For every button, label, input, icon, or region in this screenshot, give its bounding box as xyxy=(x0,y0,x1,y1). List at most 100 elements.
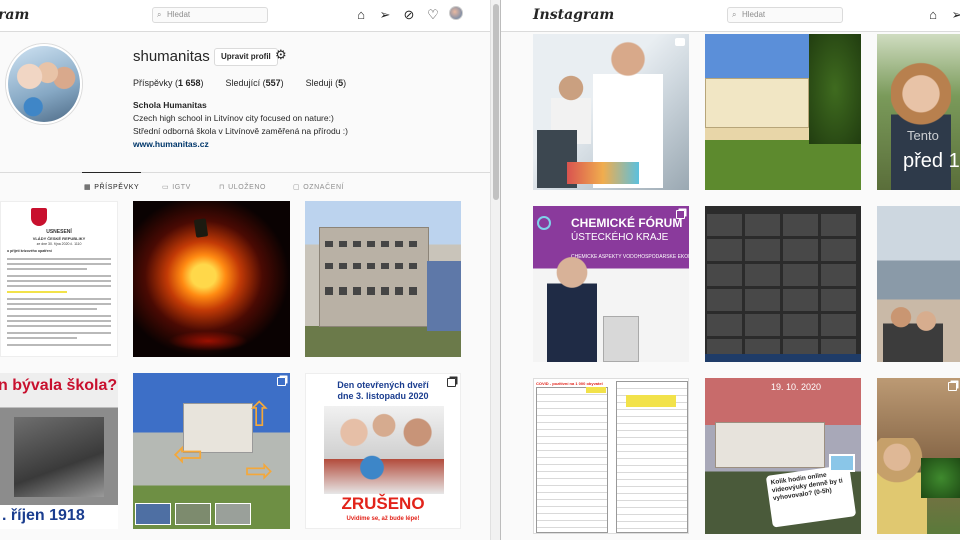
post-student-story[interactable]: Tento před 1 xyxy=(877,34,960,190)
instagram-logo[interactable]: Instagram xyxy=(533,7,614,23)
survey-question-card[interactable]: Kolik hodin online videovýuky denně by t… xyxy=(765,464,857,528)
survey-question: Kolik hodin online videovýuky denně by t… xyxy=(770,471,844,503)
post-chemical-forum[interactable]: CHEMICKÉ FÓRUM ÚSTECKÉHO KRAJE CHEMICKÉ … xyxy=(533,206,689,362)
profile-picture[interactable] xyxy=(6,44,82,124)
doc-text-line xyxy=(7,298,111,300)
doc-text-line xyxy=(7,303,111,305)
doc-date: ze dne 30. října 2020 č. 1110 xyxy=(36,242,82,246)
doc-title: USNESENÍ xyxy=(46,229,72,235)
bio-name: Schola Humanitas xyxy=(133,100,207,110)
home-icon[interactable]: ⌂ xyxy=(925,6,941,22)
edit-profile-button[interactable]: Upravit profil xyxy=(214,48,278,66)
post-government-resolution[interactable]: USNESENÍ VLÁDY ČESKÉ REPUBLIKY ze dne 30… xyxy=(0,201,118,357)
search-icon: ⌕ xyxy=(157,10,162,19)
doc-text-line xyxy=(7,325,111,327)
history-headline: n bývala škola? xyxy=(0,377,118,394)
doc-text-line xyxy=(7,315,111,317)
doc-text-line xyxy=(7,332,111,334)
stat-posts[interactable]: Příspěvky (1 658) xyxy=(133,78,204,88)
cancelled-subtitle: Uvidíme se, až bude lépe! xyxy=(346,516,420,522)
settings-gear-icon[interactable]: ⚙ xyxy=(275,48,289,62)
forum-title: CHEMICKÉ FÓRUM xyxy=(571,216,683,230)
profile-stats: Příspěvky (1 658) Sledující (557) Sleduj… xyxy=(133,78,346,88)
post-lab-students[interactable] xyxy=(533,34,689,190)
story-text-2: před 1 xyxy=(903,150,960,172)
thumbnail-1 xyxy=(135,503,171,525)
post-school-campus-arrows[interactable]: ⇦ ⇧ ⇨ xyxy=(133,373,290,529)
arrow-left-icon: ⇦ xyxy=(173,433,204,474)
doc-highlight-line xyxy=(7,291,67,293)
laptop-icon xyxy=(829,454,855,472)
tab-saved[interactable]: ⊓ ULOŽENO xyxy=(219,183,266,192)
profile-avatar-icon[interactable] xyxy=(449,6,463,20)
left-top-bar: ram ⌕ Hledat ⌂ ➢ ⊘ ♡ xyxy=(0,0,490,32)
historic-photo xyxy=(14,417,104,497)
video-camera-icon xyxy=(675,38,685,46)
profile-username: shumanitas xyxy=(133,48,210,65)
tab-tagged[interactable]: ▢ OZNAČENÍ xyxy=(293,183,344,192)
building-windows xyxy=(325,287,423,295)
explore-icon[interactable]: ⊘ xyxy=(401,6,417,22)
post-school-garden[interactable] xyxy=(705,34,861,190)
post-covid-table[interactable]: COVID - pozitivní na 1 000 obyvatel xyxy=(533,378,689,534)
carousel-multiple-icon xyxy=(948,382,957,391)
doc-text-line xyxy=(7,337,77,339)
lectern xyxy=(603,316,639,362)
forum-subtitle: ÚSTECKÉHO KRAJE xyxy=(571,232,669,243)
search-input[interactable]: ⌕ Hledat xyxy=(727,7,843,23)
molecule-icon xyxy=(537,216,551,230)
right-top-bar: Instagram ⌕ Hledat ⌂ ➢ xyxy=(501,0,960,32)
home-icon[interactable]: ⌂ xyxy=(353,6,369,22)
search-input[interactable]: ⌕ Hledat xyxy=(152,7,268,23)
table-highlight xyxy=(626,395,676,407)
pumpkin-stem xyxy=(193,218,209,238)
building-windows xyxy=(325,263,423,269)
left-browser-window: ram ⌕ Hledat ⌂ ➢ ⊘ ♡ shumanitas Upravit … xyxy=(0,0,500,540)
direct-messages-icon[interactable]: ➢ xyxy=(949,6,960,22)
doc-text-line xyxy=(7,280,111,282)
tab-igtv[interactable]: ▭ IGTV xyxy=(162,183,191,192)
thumbnail-2 xyxy=(175,503,211,525)
post-school-history[interactable]: n bývala škola? . říjen 1918 xyxy=(0,373,118,529)
covid-table-left xyxy=(536,387,608,533)
instagram-logo[interactable]: ram xyxy=(0,7,29,23)
post-students-outside[interactable] xyxy=(877,206,960,362)
building-blue-wing xyxy=(427,261,461,331)
building-windows xyxy=(325,241,423,247)
left-scroll-thumb[interactable] xyxy=(493,4,499,200)
doc-text-line xyxy=(7,275,111,277)
post-online-class[interactable] xyxy=(705,206,861,362)
bio-website-link[interactable]: www.humanitas.cz xyxy=(133,138,473,151)
search-icon: ⌕ xyxy=(732,10,737,19)
arrow-up-icon: ⇧ xyxy=(245,396,274,434)
garden-tree xyxy=(809,34,861,144)
profile-bio: Schola Humanitas Czech high school in Li… xyxy=(133,99,473,151)
profile-tabs: ▦ PŘÍSPĚVKY ▭ IGTV ⊓ ULOŽENO ▢ OZNAČENÍ xyxy=(0,172,490,198)
tab-posts[interactable]: ▦ PŘÍSPĚVKY xyxy=(81,172,142,191)
doc-text-line xyxy=(7,285,111,287)
survey-building xyxy=(715,422,825,468)
doc-subtitle: VLÁDY ČESKÉ REPUBLIKY xyxy=(32,236,86,241)
doc-text-line xyxy=(7,258,111,260)
activity-heart-icon[interactable]: ♡ xyxy=(425,6,441,22)
arrow-right-icon: ⇨ xyxy=(245,452,274,490)
students-photo xyxy=(324,406,444,494)
direct-messages-icon[interactable]: ➢ xyxy=(377,6,393,22)
pumpkin-reflection xyxy=(168,331,248,351)
left-scrollbar[interactable] xyxy=(490,0,500,540)
story-text-1: Tento xyxy=(907,128,939,143)
plant-pot xyxy=(921,458,960,498)
search-placeholder: Hledat xyxy=(742,10,766,19)
stat-following[interactable]: Sleduji (5) xyxy=(306,78,347,88)
taskbar-strip xyxy=(705,354,861,362)
doc-text-line xyxy=(7,263,111,265)
post-old-school-building[interactable] xyxy=(305,201,461,357)
post-online-survey[interactable]: 19. 10. 2020 Kolik hodin online videovýu… xyxy=(705,378,861,534)
table-highlight xyxy=(586,387,606,393)
post-plants-class[interactable] xyxy=(877,378,960,534)
post-pumpkin-jackolantern[interactable] xyxy=(133,201,290,357)
state-emblem-icon xyxy=(31,208,47,226)
nav-icons: ⌂ ➢ ⊘ ♡ xyxy=(353,6,463,22)
post-open-day-cancelled[interactable]: Den otevřených dveří dne 3. listopadu 20… xyxy=(305,373,461,529)
stat-followers[interactable]: Sledující (557) xyxy=(226,78,284,88)
